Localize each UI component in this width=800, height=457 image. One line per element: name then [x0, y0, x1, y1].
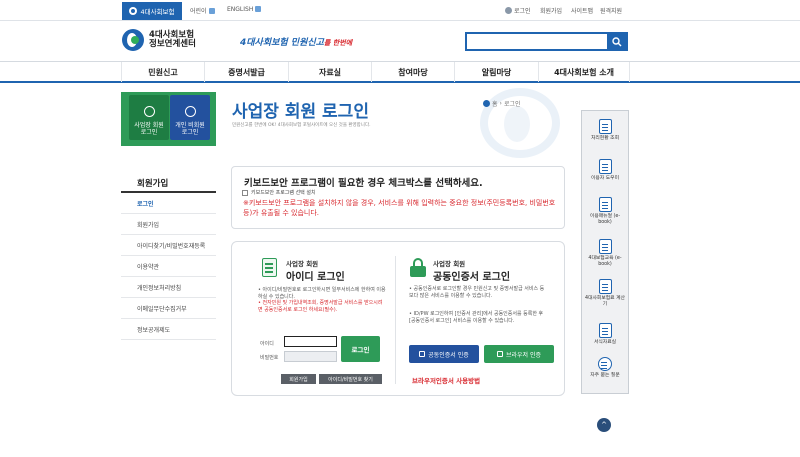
- status-check-icon: [598, 119, 612, 134]
- search-input[interactable]: [467, 34, 610, 49]
- cert-login-subtitle: 사업장 회원: [433, 260, 466, 268]
- id-login-title: 아이디 로그인: [286, 272, 345, 283]
- checkbox-icon[interactable]: [242, 189, 248, 196]
- lock-icon: [410, 258, 426, 277]
- cert-login-description-1: • 공동인증서로 로그인할 경우 민원신고 및 증명서발급 서비스 등 보다 많…: [409, 286, 545, 299]
- quick-menu: 처리현황 조회 이용자 도우미 이용매뉴얼 (e-book) 4대보험교육 (e…: [581, 110, 629, 394]
- cert-login-title: 공동인증서 로그인: [433, 272, 511, 283]
- brand-logo-icon: [129, 7, 138, 15]
- kids-site-link[interactable]: 어린이: [190, 6, 215, 15]
- keyboard-security-checkbox[interactable]: 키보드보안 프로그램 선택 설치: [242, 189, 316, 196]
- id-input[interactable]: [284, 336, 337, 347]
- home-icon: [483, 100, 490, 107]
- quick-item-status[interactable]: 처리현황 조회: [582, 119, 628, 142]
- remote-support-link[interactable]: 원격지원: [600, 6, 622, 15]
- id-login-description: • 아이디/비밀번호로 로그인하시면 일부서비스에 한하여 이용하실 수 있습니…: [258, 287, 386, 313]
- new-window-icon: [208, 8, 215, 14]
- faq-icon: [598, 357, 612, 371]
- nav-item-about[interactable]: 4대사회보험 소개: [538, 62, 630, 82]
- find-id-password-button[interactable]: 아이디/비밀번호 찾기: [319, 374, 382, 384]
- lock-icon: [419, 351, 426, 357]
- page-title: 사업장 회원 로그인: [232, 102, 369, 122]
- sidebar-item-privacy[interactable]: 개인정보처리방침: [121, 277, 216, 298]
- breadcrumb-home[interactable]: 홈: [492, 99, 498, 108]
- keyboard-security-heading: 키보드보안 프로그램이 필요한 경우 체크박스를 선택하세요.: [244, 178, 483, 189]
- english-site-link[interactable]: ENGLISH: [227, 6, 262, 13]
- brand-tab-label: 4대사회보험: [140, 8, 175, 16]
- browser-cert-guide-link[interactable]: 브라우저인증서 사용방법: [412, 375, 480, 385]
- personal-member-icon: [184, 106, 196, 117]
- breadcrumb: 홈 › 로그인: [483, 99, 521, 108]
- manual-book-icon: [598, 197, 612, 212]
- login-link[interactable]: 로그인: [505, 6, 531, 15]
- search-icon: [611, 36, 621, 46]
- id-login-icon: [262, 258, 277, 277]
- user-icon: [505, 7, 512, 14]
- login-button[interactable]: 로그인: [341, 336, 380, 362]
- new-window-icon: [255, 6, 262, 12]
- sidebar-menu: 로그인 회원가입 아이디찾기/비밀번호재등록 이용약관 개인정보처리방침 이메일…: [121, 193, 216, 340]
- join-button[interactable]: 회원가입: [281, 374, 316, 384]
- quick-item-helper[interactable]: 이용자 도우미: [582, 159, 628, 182]
- education-book-icon: [598, 239, 612, 254]
- sidebar-title: 회원가입: [121, 169, 216, 193]
- keyboard-security-box: 키보드보안 프로그램이 필요한 경우 체크박스를 선택하세요. 키보드보안 프로…: [231, 166, 565, 229]
- breadcrumb-current: 로그인: [503, 101, 521, 108]
- nav-item-participation[interactable]: 참여마당: [371, 62, 454, 82]
- nav-item-archive[interactable]: 자료실: [288, 62, 371, 82]
- calculator-icon: [598, 279, 612, 294]
- quick-item-forms[interactable]: 서식자료실: [582, 323, 628, 346]
- search-box: [465, 32, 628, 51]
- business-member-login-button[interactable]: 사업장 회원 로그인: [129, 95, 169, 140]
- login-type-switch: 사업장 회원 로그인 개인 비회원 로그인: [121, 92, 216, 146]
- personal-guest-login-button[interactable]: 개인 비회원 로그인: [170, 95, 210, 140]
- helper-monitor-icon: [598, 159, 612, 174]
- sidebar-item-login[interactable]: 로그인: [121, 193, 216, 214]
- sidebar-item-email-policy[interactable]: 이메일무단수집거부: [121, 298, 216, 319]
- sidebar-item-join[interactable]: 회원가입: [121, 214, 216, 235]
- quick-item-manual[interactable]: 이용매뉴얼 (e-book): [582, 197, 628, 226]
- password-input[interactable]: [284, 351, 337, 362]
- page-description: 민원신고를 한번에 OK! 4대사회보험 포털사이트에 오신 것을 환영합니다.: [232, 123, 371, 128]
- browser-auth-button[interactable]: 브라우저 인증: [484, 345, 554, 363]
- nav-item-complaint[interactable]: 민원신고: [121, 62, 204, 82]
- page: 4대사회보험 어린이 ENGLISH 로그인 회원가입 사이트맵 원격지원 4대…: [0, 0, 800, 457]
- keyboard-security-warning: ※키보드보안 프로그램을 설치하지 않을 경우, 서비스를 위해 입력하는 중요…: [243, 199, 556, 217]
- document-icon: [598, 323, 612, 338]
- cert-login-description-2: • ID/PW 로그인하여 [인증서 관리]에서 공동인증서를 등록한 후 [공…: [409, 311, 544, 324]
- sitemap-link[interactable]: 사이트맵: [571, 6, 593, 15]
- nav-item-notice[interactable]: 알림마당: [454, 62, 538, 82]
- quick-item-faq[interactable]: 자주 묻는 질문: [582, 357, 628, 379]
- sidebar-item-terms[interactable]: 이용약관: [121, 256, 216, 277]
- login-divider: [395, 256, 396, 384]
- certificate-auth-button[interactable]: 공동인증서 인증: [409, 345, 479, 363]
- nav-item-certificate[interactable]: 증명서발급: [204, 62, 288, 82]
- header: 4대사회보험 정보연계센터 4대사회보험 민원신고를 한번에: [0, 21, 800, 61]
- quick-item-calculator[interactable]: 4대사회보험료 계산기: [582, 279, 628, 308]
- slogan: 4대사회보험 민원신고를 한번에: [240, 38, 353, 48]
- join-link[interactable]: 회원가입: [540, 6, 562, 15]
- password-label: 비밀번호: [260, 355, 279, 361]
- sidebar-item-find-id[interactable]: 아이디찾기/비밀번호재등록: [121, 235, 216, 256]
- business-member-icon: [143, 106, 155, 117]
- scroll-top-button[interactable]: ^: [597, 418, 611, 432]
- sidebar-item-disclosure[interactable]: 정보공개제도: [121, 319, 216, 340]
- site-logo[interactable]: 4대사회보험 정보연계센터: [122, 29, 196, 51]
- main-navigation: 민원신고 증명서발급 자료실 참여마당 알림마당 4대사회보험 소개: [0, 61, 800, 83]
- id-login-subtitle: 사업장 회원: [286, 260, 319, 268]
- logo-line2: 정보연계센터: [149, 39, 196, 49]
- search-button[interactable]: [607, 34, 626, 49]
- top-utility-bar: 4대사회보험 어린이 ENGLISH 로그인 회원가입 사이트맵 원격지원: [0, 0, 800, 21]
- quick-item-education[interactable]: 4대보험교육 (e-book): [582, 239, 628, 268]
- lock-icon: [496, 351, 503, 357]
- brand-tab[interactable]: 4대사회보험: [122, 2, 182, 20]
- id-label: 아이디: [260, 341, 274, 347]
- logo-mark-icon: [122, 29, 144, 51]
